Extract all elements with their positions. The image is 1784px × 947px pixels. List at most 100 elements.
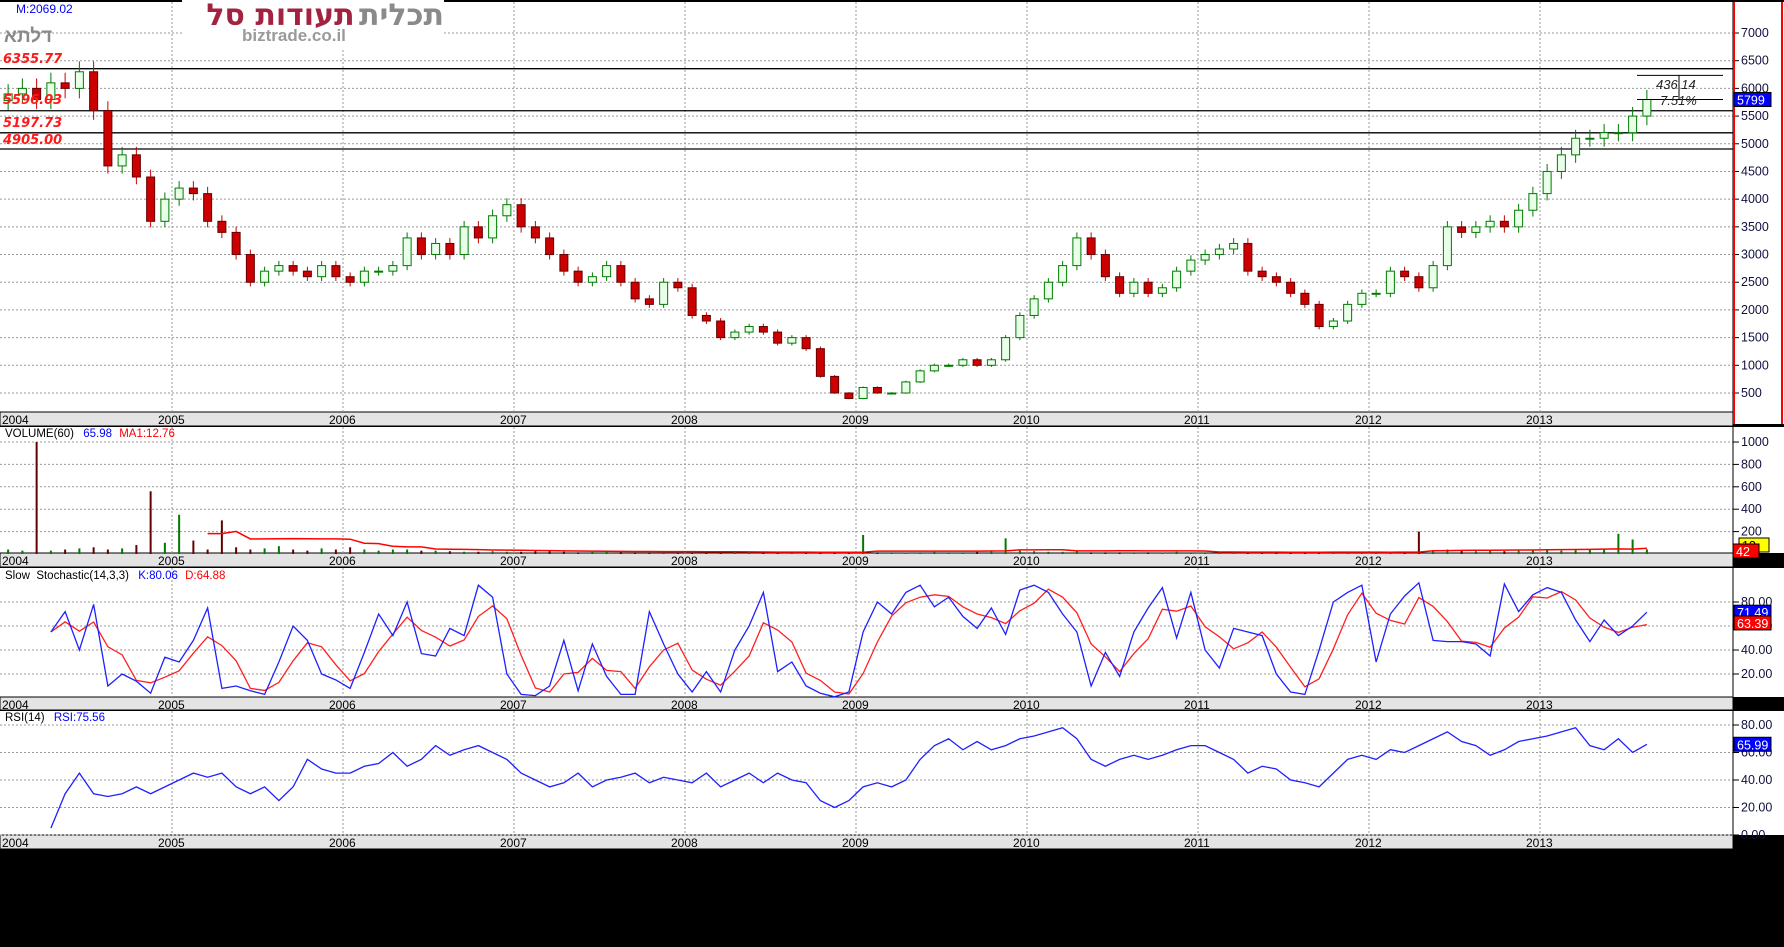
price-tick-label: 7000	[1741, 26, 1769, 40]
candle-up	[1599, 132, 1609, 139]
candle-up	[1371, 292, 1381, 295]
candle-down	[188, 187, 198, 195]
candle-down	[830, 375, 840, 394]
candle-down	[616, 265, 626, 283]
price-tick-label: 2000	[1741, 303, 1769, 317]
rsi-title: RSI(14)	[5, 712, 45, 724]
volume-tick-label: 200	[1741, 525, 1762, 539]
measure-diff-label: 436.14	[1656, 77, 1696, 92]
level-label-2: 5596.03	[3, 93, 63, 108]
rsi-year-label: 2010	[1013, 836, 1040, 850]
volume-year-label: 2013	[1526, 554, 1553, 568]
candle-down	[545, 237, 555, 256]
candle-up	[174, 187, 184, 200]
candle-up	[929, 364, 939, 372]
candle-down	[630, 281, 640, 300]
rsi-year-label: 2007	[500, 836, 527, 850]
measure-pct-label: 7.51%	[1660, 93, 1697, 108]
candle-down	[1314, 303, 1324, 328]
volume-year-label: 2008	[671, 554, 698, 568]
candle-down	[473, 226, 483, 239]
rsi-tick-label: 80.00	[1741, 718, 1772, 732]
candle-down	[872, 386, 882, 394]
candle-up	[274, 265, 284, 272]
candle-down	[1100, 254, 1110, 278]
rsi-last-label: 65.99	[1737, 738, 1768, 752]
rsi-panel	[0, 711, 1784, 835]
candle-up	[502, 204, 512, 217]
candle-up	[1485, 220, 1495, 228]
candle-up	[1514, 209, 1524, 228]
price-tick-label: 5500	[1741, 109, 1769, 123]
candle-up	[1172, 270, 1182, 289]
candle-up	[986, 359, 996, 366]
volume-title: VOLUME(60)	[5, 428, 75, 440]
candle-up	[587, 276, 597, 283]
volume-year-label: 2007	[500, 554, 527, 568]
candle-down	[1300, 292, 1310, 305]
rsi-year-label: 2006	[329, 836, 356, 850]
candle-up	[1001, 337, 1011, 361]
candle-down	[673, 281, 683, 289]
candle-up	[1542, 170, 1552, 195]
candle-down	[530, 226, 540, 239]
candle-down	[644, 298, 654, 305]
candle-up	[659, 281, 669, 305]
m-readout: M:2069.02	[16, 2, 73, 16]
rsi-tick-label: 40.00	[1741, 773, 1772, 787]
rsi-year-label: 2013	[1526, 836, 1553, 850]
rsi-year-label: 2004	[2, 836, 29, 850]
candle-up	[317, 265, 327, 278]
candle-down	[1086, 237, 1096, 256]
candle-up	[1571, 137, 1581, 156]
candle-up	[359, 270, 369, 283]
candle-up	[1200, 254, 1210, 261]
candle-up	[1129, 281, 1139, 294]
candle-up	[1157, 287, 1167, 294]
candle-up	[374, 270, 384, 273]
candle-down	[1400, 270, 1410, 278]
candle-up	[1186, 259, 1196, 272]
volume-last-label: 42	[1736, 545, 1750, 559]
chart-canvas: 2004 2005 2006 2007 2008 2009 2010 2011 2012 2013…	[0, 0, 1784, 947]
level-label-1: 6355.77	[3, 52, 63, 67]
price-tick-label: 5000	[1741, 137, 1769, 151]
candle-up	[958, 359, 968, 366]
price-last-label: 5799	[1737, 94, 1765, 108]
candle-up	[1058, 265, 1068, 283]
stochastic-tick-label: 20.00	[1741, 667, 1772, 681]
price-year-label: 2013	[1526, 413, 1553, 427]
candle-up	[1585, 137, 1595, 140]
volume-value: 65.98	[83, 428, 113, 440]
candle-down	[1143, 281, 1153, 294]
candle-down	[203, 193, 213, 222]
rsi-year-label: 2008	[671, 836, 698, 850]
candle-up	[901, 381, 911, 394]
volume-year-label: 2010	[1013, 554, 1040, 568]
candle-down	[60, 82, 70, 89]
price-year-label: 2004	[2, 413, 29, 427]
candle-down	[559, 254, 569, 272]
candle-down	[445, 242, 455, 256]
level-label-3: 5197.73	[3, 116, 63, 131]
candle-up	[1528, 193, 1538, 211]
price-year-label: 2010	[1013, 413, 1040, 427]
volume-year-label: 2004	[2, 554, 29, 568]
candle-up	[117, 154, 127, 167]
volume-year-label: 2005	[158, 554, 185, 568]
candle-down	[217, 220, 227, 233]
candle-down	[815, 348, 825, 377]
candle-down	[773, 331, 783, 344]
price-year-label: 2006	[329, 413, 356, 427]
volume-tick-label: 400	[1741, 502, 1762, 516]
candle-up	[887, 392, 897, 395]
logo-site: biztrade.co.il	[242, 26, 346, 45]
candle-down	[345, 276, 355, 283]
candle-down	[103, 110, 113, 167]
rsi-tick-label: 20.00	[1741, 801, 1772, 815]
rsi-year-label: 2009	[842, 836, 869, 850]
candle-down	[89, 71, 99, 112]
rsi-year-label: 2011	[1184, 836, 1210, 850]
candle-down	[1414, 276, 1424, 289]
volume-panel	[0, 427, 1784, 553]
